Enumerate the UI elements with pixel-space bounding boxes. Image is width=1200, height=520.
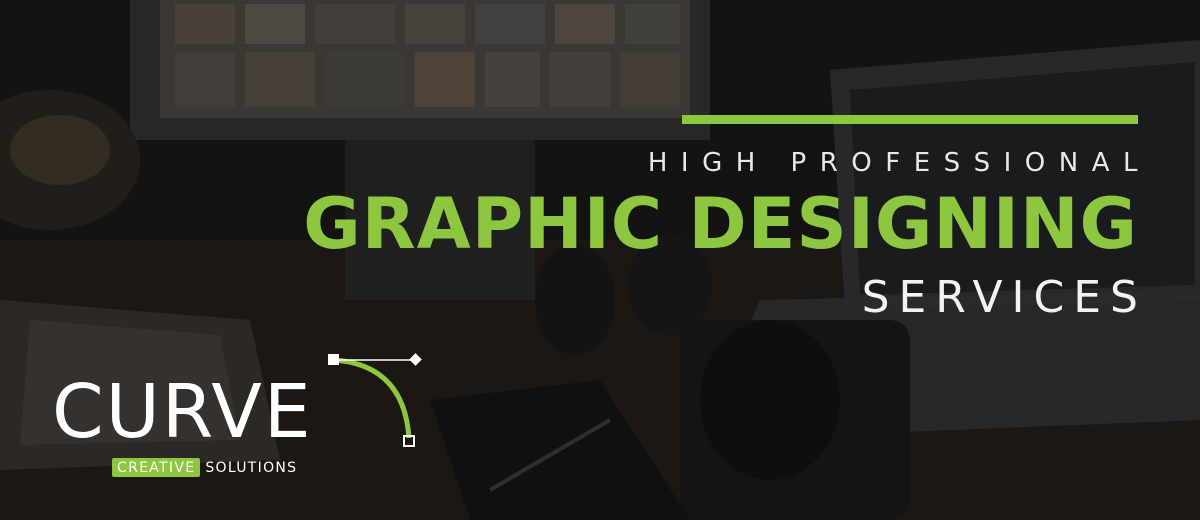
bezier-curve-icon — [328, 353, 422, 447]
accent-bar — [682, 115, 1138, 124]
headline-line-3: SERVICES — [861, 272, 1147, 323]
curve-logo: CURVE CREATIVE SOLUTIONS — [52, 350, 432, 490]
headline-line-2: GRAPHIC DESIGNING — [303, 183, 1138, 265]
logo-wordmark: CURVE — [52, 369, 313, 455]
logo-tagline-rest: SOLUTIONS — [205, 459, 298, 476]
logo-tagline-highlight: CREATIVE — [112, 458, 201, 477]
headline-line-1: HIGH PROFESSIONAL — [647, 148, 1151, 178]
logo-tagline: CREATIVE SOLUTIONS — [112, 458, 297, 477]
hero-banner: HIGH PROFESSIONAL GRAPHIC DESIGNING SERV… — [0, 0, 1200, 520]
